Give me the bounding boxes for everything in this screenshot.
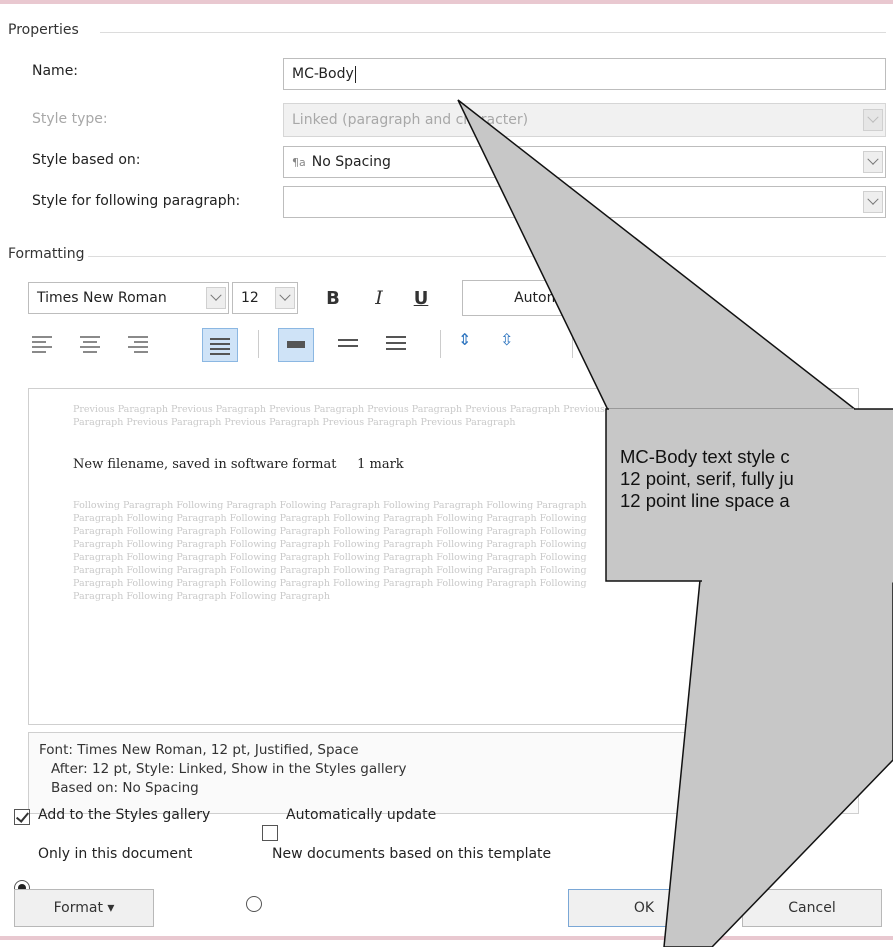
callout-line: MC-Body text style c [620,446,790,467]
callout-box: MC-Body text style c 12 point, serif, fu… [608,412,893,578]
callout-line: 12 point, serif, fully ju [620,468,794,489]
callout-pointer-top [457,99,859,411]
callout-line: 12 point line space a [620,490,790,511]
callout-pointer-bottom [663,579,893,947]
